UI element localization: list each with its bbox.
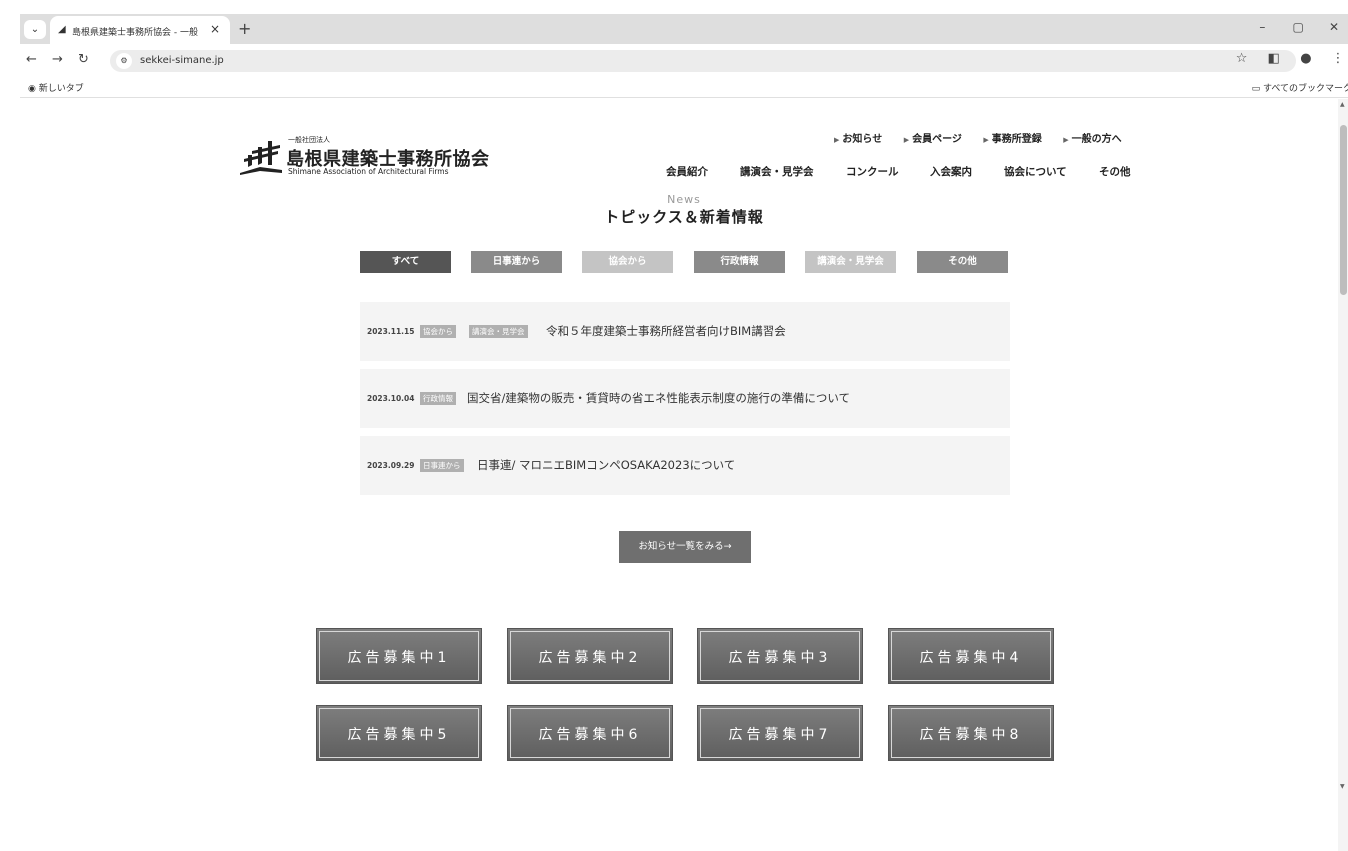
link-member-page[interactable]: ▶ 会員ページ xyxy=(904,130,962,145)
globe-icon: ◉ xyxy=(28,84,36,94)
folder-icon: ▭ xyxy=(1251,84,1261,94)
forward-icon[interactable]: → xyxy=(52,52,63,67)
section-heading-en: News xyxy=(667,193,701,206)
news-title[interactable]: 国交省/建築物の販売・賃貸時の省エネ性能表示制度の施行の準備について xyxy=(467,390,850,406)
site-info-icon[interactable]: ⚙ xyxy=(116,53,132,69)
ad-banner[interactable]: 広告募集中8 xyxy=(888,705,1054,761)
profile-avatar-icon[interactable]: ● xyxy=(1292,51,1320,66)
scroll-up-icon[interactable]: ▲ xyxy=(1340,101,1345,108)
news-title[interactable]: 日事連/ マロニエBIMコンペOSAKA2023について xyxy=(477,457,735,473)
active-tab[interactable]: ◢ 島根県建築士事務所協会 - 一般 × xyxy=(50,16,230,44)
ad-banner-label: 広告募集中4 xyxy=(919,650,1023,666)
news-filter-tabs: すべて 日事連から 協会から 行政情報 講演会・見学会 その他 xyxy=(360,251,1010,273)
ad-banner-label: 広告募集中7 xyxy=(728,727,832,743)
address-bar[interactable]: ⚙ sekkei-simane.jp xyxy=(110,50,1296,72)
scroll-down-icon[interactable]: ▼ xyxy=(1340,783,1345,790)
ad-banner[interactable]: 広告募集中3 xyxy=(697,628,863,684)
link-news[interactable]: ▶ お知らせ xyxy=(834,130,882,145)
tab-title: 島根県建築士事務所協会 - 一般 xyxy=(72,28,198,38)
news-date: 2023.10.04 xyxy=(367,394,415,403)
site-logo[interactable]: 一般社団法人 島根県建築士事務所協会 Shimane Association o… xyxy=(238,133,489,179)
ad-banner[interactable]: 広告募集中4 xyxy=(888,628,1054,684)
nav-members[interactable]: 会員紹介 xyxy=(666,164,708,179)
ad-banner-label: 広告募集中2 xyxy=(538,650,642,666)
browser-window: ⌄ ◢ 島根県建築士事務所協会 - 一般 × + – ▢ ✕ ← → ↻ ⚙ s… xyxy=(0,0,1348,851)
ad-banner[interactable]: 広告募集中5 xyxy=(316,705,482,761)
tab-search-button[interactable]: ⌄ xyxy=(24,20,46,39)
ad-banner-label: 広告募集中3 xyxy=(728,650,832,666)
ad-banner-label: 広告募集中8 xyxy=(919,727,1023,743)
bookmark-star-icon[interactable]: ☆ xyxy=(1228,51,1256,66)
news-tag: 講演会・見学会 xyxy=(469,325,528,338)
reload-icon[interactable]: ↻ xyxy=(78,52,89,67)
restore-button[interactable]: ▢ xyxy=(1282,20,1314,34)
bookmarks-bar: ◉ 新しいタブ ▭ すべてのブックマーク xyxy=(20,76,1348,98)
ad-banner[interactable]: 広告募集中7 xyxy=(697,705,863,761)
filter-nichijiren[interactable]: 日事連から xyxy=(471,251,562,273)
nav-contest[interactable]: コンクール xyxy=(846,164,899,179)
window-controls: – ▢ ✕ xyxy=(1246,20,1348,34)
link-general-public[interactable]: ▶ 一般の方へ xyxy=(1063,130,1121,145)
logo-english: Shimane Association of Architectural Fir… xyxy=(288,167,449,176)
filter-other[interactable]: その他 xyxy=(917,251,1008,273)
news-item[interactable]: 2023.09.29 日事連から 日事連/ マロニエBIMコンペOSAKA202… xyxy=(360,436,1010,495)
filter-lectures[interactable]: 講演会・見学会 xyxy=(805,251,896,273)
all-bookmarks-label: すべてのブックマーク xyxy=(1262,84,1348,94)
news-tag: 協会から xyxy=(420,325,456,338)
ad-banner-label: 広告募集中6 xyxy=(538,727,642,743)
ad-banner-label: 広告募集中1 xyxy=(347,650,451,666)
filter-all[interactable]: すべて xyxy=(360,251,451,273)
close-window-button[interactable]: ✕ xyxy=(1318,20,1348,34)
triangle-icon: ▶ xyxy=(834,136,840,144)
view-all-news-button[interactable]: お知らせ一覧をみる→ xyxy=(619,531,751,563)
triangle-icon: ▶ xyxy=(983,136,989,144)
nav-lectures[interactable]: 講演会・見学会 xyxy=(740,164,814,179)
toolbar-actions: ☆ ◧ ● ⋮ xyxy=(1228,51,1348,66)
news-item[interactable]: 2023.10.04 行政情報 国交省/建築物の販売・賃貸時の省エネ性能表示制度… xyxy=(360,369,1010,428)
ad-banner-label: 広告募集中5 xyxy=(347,727,451,743)
minimize-button[interactable]: – xyxy=(1246,20,1278,34)
back-icon[interactable]: ← xyxy=(26,52,37,67)
scroll-thumb[interactable] xyxy=(1340,125,1347,295)
link-member-page-label: 会員ページ xyxy=(912,134,962,145)
nav-about[interactable]: 協会について xyxy=(1004,164,1067,179)
new-tab-button[interactable]: + xyxy=(238,19,251,38)
tab-bar: ⌄ ◢ 島根県建築士事務所協会 - 一般 × + – ▢ ✕ xyxy=(20,14,1348,44)
menu-kebab-icon[interactable]: ⋮ xyxy=(1324,51,1348,66)
news-tag: 行政情報 xyxy=(420,392,456,405)
nav-other[interactable]: その他 xyxy=(1099,164,1131,179)
link-news-label: お知らせ xyxy=(842,134,883,145)
link-office-registration[interactable]: ▶ 事務所登録 xyxy=(983,130,1041,145)
filter-administrative[interactable]: 行政情報 xyxy=(694,251,785,273)
ad-banner[interactable]: 広告募集中6 xyxy=(507,705,673,761)
news-date: 2023.09.29 xyxy=(367,461,415,470)
page-scrollbar[interactable]: ▲ ▼ xyxy=(1338,99,1348,851)
bookmark-new-tab-label: 新しいタブ xyxy=(38,84,84,94)
bookmark-new-tab[interactable]: ◉ 新しいタブ xyxy=(28,81,84,94)
section-heading: トピックス＆新着情報 xyxy=(604,208,764,226)
url-text[interactable]: sekkei-simane.jp xyxy=(140,55,224,66)
ad-banner[interactable]: 広告募集中2 xyxy=(507,628,673,684)
site-favicon-icon: ◢ xyxy=(58,24,66,35)
all-bookmarks[interactable]: ▭ すべてのブックマーク xyxy=(1252,81,1348,94)
logo-mark-icon xyxy=(240,141,282,175)
triangle-icon: ▶ xyxy=(1063,136,1069,144)
logo-subtitle: 一般社団法人 xyxy=(288,136,330,144)
news-title[interactable]: 令和５年度建築士事務所経営者向けBIM講習会 xyxy=(546,323,786,339)
link-office-registration-label: 事務所登録 xyxy=(991,134,1042,145)
tab-close-icon[interactable]: × xyxy=(210,22,220,36)
utility-links: ▶ お知らせ ▶ 会員ページ ▶ 事務所登録 ▶ 一般の方へ xyxy=(834,130,1122,145)
page-viewport: 一般社団法人 島根県建築士事務所協会 Shimane Association o… xyxy=(20,99,1348,851)
nav-join[interactable]: 入会案内 xyxy=(930,164,972,179)
news-item[interactable]: 2023.11.15 協会から 講演会・見学会 令和５年度建築士事務所経営者向け… xyxy=(360,302,1010,361)
news-tag: 日事連から xyxy=(420,459,464,472)
link-general-public-label: 一般の方へ xyxy=(1071,134,1122,145)
browser-toolbar: ← → ↻ ⚙ sekkei-simane.jp ☆ ◧ ● ⋮ xyxy=(20,44,1348,76)
news-date: 2023.11.15 xyxy=(367,327,415,336)
filter-association[interactable]: 協会から xyxy=(582,251,673,273)
triangle-icon: ▶ xyxy=(903,136,910,144)
side-panel-icon[interactable]: ◧ xyxy=(1260,51,1288,66)
ad-banner[interactable]: 広告募集中1 xyxy=(316,628,482,684)
